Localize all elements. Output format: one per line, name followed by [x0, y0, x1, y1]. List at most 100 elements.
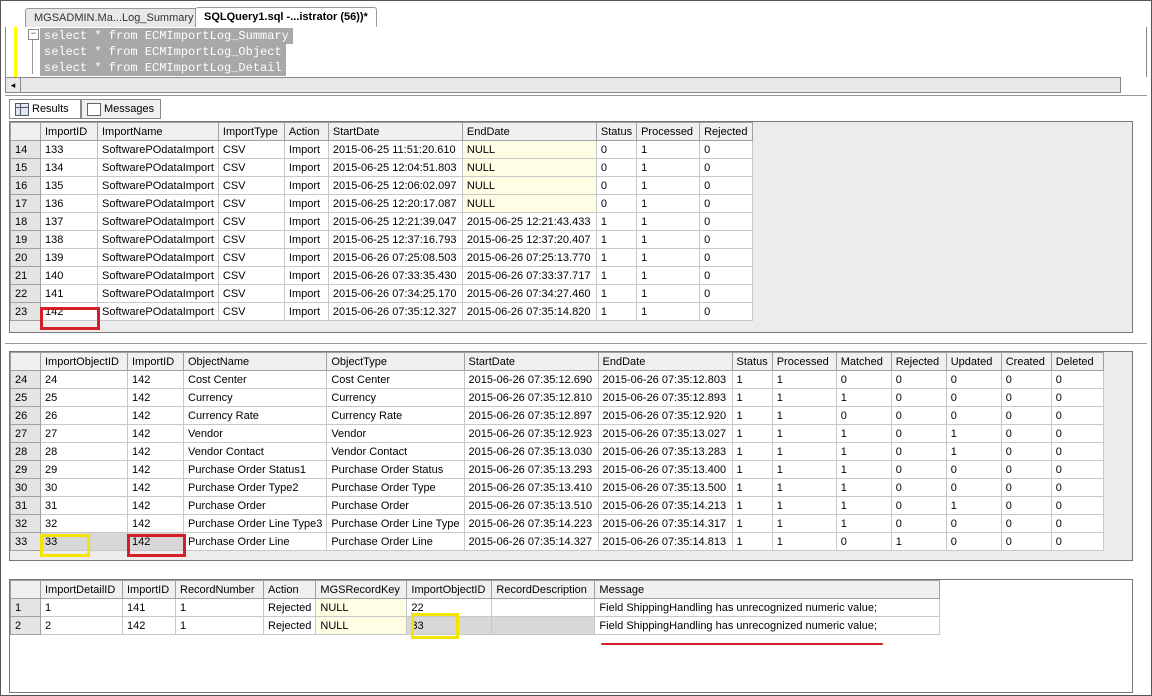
- column-header[interactable]: Processed: [771, 352, 837, 371]
- table-cell[interactable]: Field ShippingHandling has unrecognized …: [594, 598, 941, 617]
- table-cell[interactable]: Currency Rate: [326, 406, 465, 425]
- column-header[interactable]: Status: [595, 122, 638, 141]
- table-cell[interactable]: 0: [1050, 442, 1104, 461]
- table-cell[interactable]: 0: [699, 212, 753, 231]
- table-cell[interactable]: 1: [40, 598, 123, 617]
- table-cell[interactable]: 0: [890, 478, 947, 497]
- tab-sqlquery1[interactable]: SQLQuery1.sql -...istrator (56))*: [195, 7, 377, 28]
- table-cell[interactable]: 142: [127, 388, 184, 407]
- table-cell[interactable]: 31: [40, 496, 128, 515]
- table-cell[interactable]: Rejected: [262, 598, 317, 617]
- table-cell[interactable]: Import: [283, 194, 329, 213]
- table-cell[interactable]: 1: [636, 176, 701, 195]
- table-cell[interactable]: CSV: [217, 194, 285, 213]
- table-cell[interactable]: 2015-06-26 07:35:14.820: [461, 302, 597, 321]
- row-number[interactable]: 26: [10, 406, 41, 425]
- row-number[interactable]: 19: [10, 230, 41, 249]
- table-cell[interactable]: 0: [699, 302, 753, 321]
- table-cell[interactable]: CSV: [217, 266, 285, 285]
- table-cell[interactable]: 2015-06-25 12:37:16.793: [327, 230, 463, 249]
- table-cell[interactable]: 0: [890, 496, 947, 515]
- splitter[interactable]: [5, 343, 1147, 344]
- table-cell[interactable]: Vendor: [182, 424, 328, 443]
- table-cell[interactable]: SoftwarePOdataImport: [97, 158, 219, 177]
- column-header[interactable]: EndDate: [597, 352, 733, 371]
- column-header[interactable]: ImportID: [122, 580, 176, 599]
- table-cell[interactable]: 33: [406, 616, 493, 635]
- table-cell[interactable]: 1: [595, 302, 638, 321]
- table-cell[interactable]: 0: [945, 460, 1002, 479]
- table-cell[interactable]: 1: [595, 230, 638, 249]
- table-cell[interactable]: 0: [945, 514, 1002, 533]
- table-cell[interactable]: 0: [699, 194, 753, 213]
- table-row[interactable]: 27 27 142 Vendor Vendor 2015-06-26 07:35:12.9…: [10, 424, 1104, 443]
- table-cell[interactable]: 139: [40, 248, 98, 267]
- table-cell[interactable]: Purchase Order: [326, 496, 465, 515]
- table-cell[interactable]: Vendor Contact: [326, 442, 465, 461]
- table-cell[interactable]: Import: [283, 140, 329, 159]
- table-cell[interactable]: 1: [771, 370, 837, 389]
- column-header[interactable]: StartDate: [327, 122, 463, 141]
- table-cell[interactable]: 2015-06-26 07:35:12.690: [463, 370, 599, 389]
- table-cell[interactable]: 1: [945, 442, 1002, 461]
- table-cell[interactable]: SoftwarePOdataImport: [97, 248, 219, 267]
- corner-header[interactable]: [10, 352, 41, 371]
- table-cell[interactable]: Cost Center: [326, 370, 465, 389]
- table-row[interactable]: 29 29 142 Purchase Order Status1 Purchase Or…: [10, 460, 1104, 479]
- column-header[interactable]: Matched: [835, 352, 892, 371]
- table-row[interactable]: 33 33 142 Purchase Order Line Purchase Order…: [10, 532, 1104, 551]
- table-cell[interactable]: 142: [127, 496, 184, 515]
- table-row[interactable]: 28 28 142 Vendor Contact Vendor Contact 2015-…: [10, 442, 1104, 461]
- table-cell[interactable]: 0: [595, 194, 638, 213]
- table-cell[interactable]: 2015-06-26 07:35:13.030: [463, 442, 599, 461]
- column-header[interactable]: Action: [283, 122, 329, 141]
- table-cell[interactable]: Purchase Order Line: [326, 532, 465, 551]
- tab-results[interactable]: Results: [9, 99, 81, 119]
- table-cell[interactable]: 1: [731, 496, 773, 515]
- table-cell[interactable]: SoftwarePOdataImport: [97, 140, 219, 159]
- table-cell[interactable]: 0: [1000, 478, 1052, 497]
- table-cell[interactable]: SoftwarePOdataImport: [97, 284, 219, 303]
- table-cell[interactable]: 0: [945, 370, 1002, 389]
- table-cell[interactable]: Purchase Order Status1: [182, 460, 328, 479]
- table-cell[interactable]: 1: [636, 266, 701, 285]
- table-cell[interactable]: 2015-06-26 07:35:12.897: [463, 406, 599, 425]
- column-header[interactable]: Processed: [636, 122, 701, 141]
- table-cell[interactable]: NULL: [461, 140, 597, 159]
- table-cell[interactable]: 0: [890, 370, 947, 389]
- row-number[interactable]: 18: [10, 212, 41, 231]
- table-cell[interactable]: Import: [283, 284, 329, 303]
- table-cell[interactable]: 0: [1050, 406, 1104, 425]
- table-row[interactable]: 24 24 142 Cost Center Cost Center 2015-06-26 …: [10, 370, 1104, 389]
- table-cell[interactable]: 1: [945, 496, 1002, 515]
- table-cell[interactable]: 1: [175, 616, 264, 635]
- table-cell[interactable]: 1: [835, 496, 892, 515]
- table-row[interactable]: 17 136 SoftwarePOdataImport CSV Import 2015-0…: [10, 194, 753, 213]
- table-cell[interactable]: CSV: [217, 284, 285, 303]
- row-number[interactable]: 29: [10, 460, 41, 479]
- table-cell[interactable]: 142: [127, 406, 184, 425]
- table-row[interactable]: 21 140 SoftwarePOdataImport CSV Import 2015-0…: [10, 266, 753, 285]
- splitter[interactable]: [5, 95, 1147, 96]
- table-cell[interactable]: 2015-06-26 07:35:13.283: [597, 442, 733, 461]
- table-cell[interactable]: 2015-06-26 07:35:12.893: [597, 388, 733, 407]
- table-cell[interactable]: 135: [40, 176, 98, 195]
- table-row[interactable]: 30 30 142 Purchase Order Type2 Purchase Orde…: [10, 478, 1104, 497]
- table-cell[interactable]: 1: [636, 248, 701, 267]
- table-cell[interactable]: 2015-06-26 07:35:13.293: [463, 460, 599, 479]
- table-cell[interactable]: 1: [771, 478, 837, 497]
- table-cell[interactable]: 2015-06-25 12:21:43.433: [461, 212, 597, 231]
- code-line[interactable]: select * from ECMImportLog_Detail: [40, 60, 286, 76]
- table-cell[interactable]: 0: [699, 248, 753, 267]
- table-cell[interactable]: 1: [636, 194, 701, 213]
- table-cell[interactable]: 1: [595, 212, 638, 231]
- table-cell[interactable]: 2015-06-26 07:34:25.170: [327, 284, 463, 303]
- table-cell[interactable]: 141: [40, 284, 98, 303]
- table-cell[interactable]: 0: [699, 284, 753, 303]
- table-cell[interactable]: 2015-06-26 07:35:14.223: [463, 514, 599, 533]
- row-number[interactable]: 14: [10, 140, 41, 159]
- table-cell[interactable]: SoftwarePOdataImport: [97, 212, 219, 231]
- table-cell[interactable]: 25: [40, 388, 128, 407]
- table-cell[interactable]: Vendor Contact: [182, 442, 328, 461]
- row-number[interactable]: 32: [10, 514, 41, 533]
